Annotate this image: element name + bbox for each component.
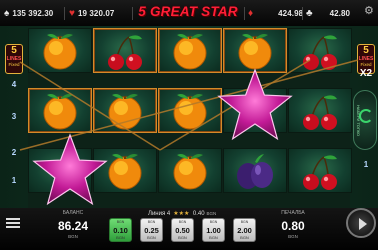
payline: [19, 61, 161, 151]
star-symbol: [32, 133, 108, 206]
line-win-info: Линия 4 ★★★ 0.40 BGN: [148, 210, 217, 218]
line-info-text: Линия 4: [148, 210, 171, 217]
bet-currency: BGN: [178, 235, 187, 240]
bet-button[interactable]: BGN 0.10 BGN: [109, 218, 132, 242]
win-currency: BGN: [288, 234, 298, 239]
menu-icon[interactable]: [6, 218, 20, 228]
line-info-value: 0.40: [192, 210, 205, 217]
bet-currency: BGN: [147, 235, 156, 240]
balance-label: БАЛАНС: [62, 210, 84, 216]
bet-button[interactable]: BGN 0.50 BGN: [171, 218, 194, 242]
bet-value: 2.00: [237, 226, 252, 235]
balance-value: 86.24: [57, 219, 89, 233]
play-icon: [359, 218, 367, 230]
bet-value: 0.25: [144, 226, 159, 235]
bet-value: 0.10: [113, 226, 128, 235]
balance-currency: BGN: [68, 234, 78, 239]
bet-button[interactable]: BGN 1.00 BGN: [202, 218, 225, 242]
win-value: 0.80: [281, 219, 305, 233]
bet-currency: BGN: [240, 235, 249, 240]
star-icon: ★★★: [173, 211, 190, 217]
bet-button[interactable]: BGN 0.25 BGN: [140, 218, 163, 242]
bet-currency-top: BGN: [116, 220, 125, 224]
bet-currency-top: BGN: [240, 220, 249, 224]
bet-button[interactable]: BGN 2.00 BGN: [233, 218, 256, 242]
bet-currency: BGN: [209, 235, 218, 240]
bet-currency-top: BGN: [209, 220, 218, 224]
bet-currency: BGN: [116, 235, 125, 240]
bet-value: 0.50: [175, 226, 190, 235]
line-info-currency: BGN: [206, 211, 217, 216]
bet-currency-top: BGN: [178, 220, 187, 224]
bet-currency-top: BGN: [147, 220, 156, 224]
spin-button[interactable]: [346, 208, 376, 238]
bet-value: 1.00: [206, 226, 221, 235]
win-label: ПЕЧАЛБА: [281, 210, 305, 216]
